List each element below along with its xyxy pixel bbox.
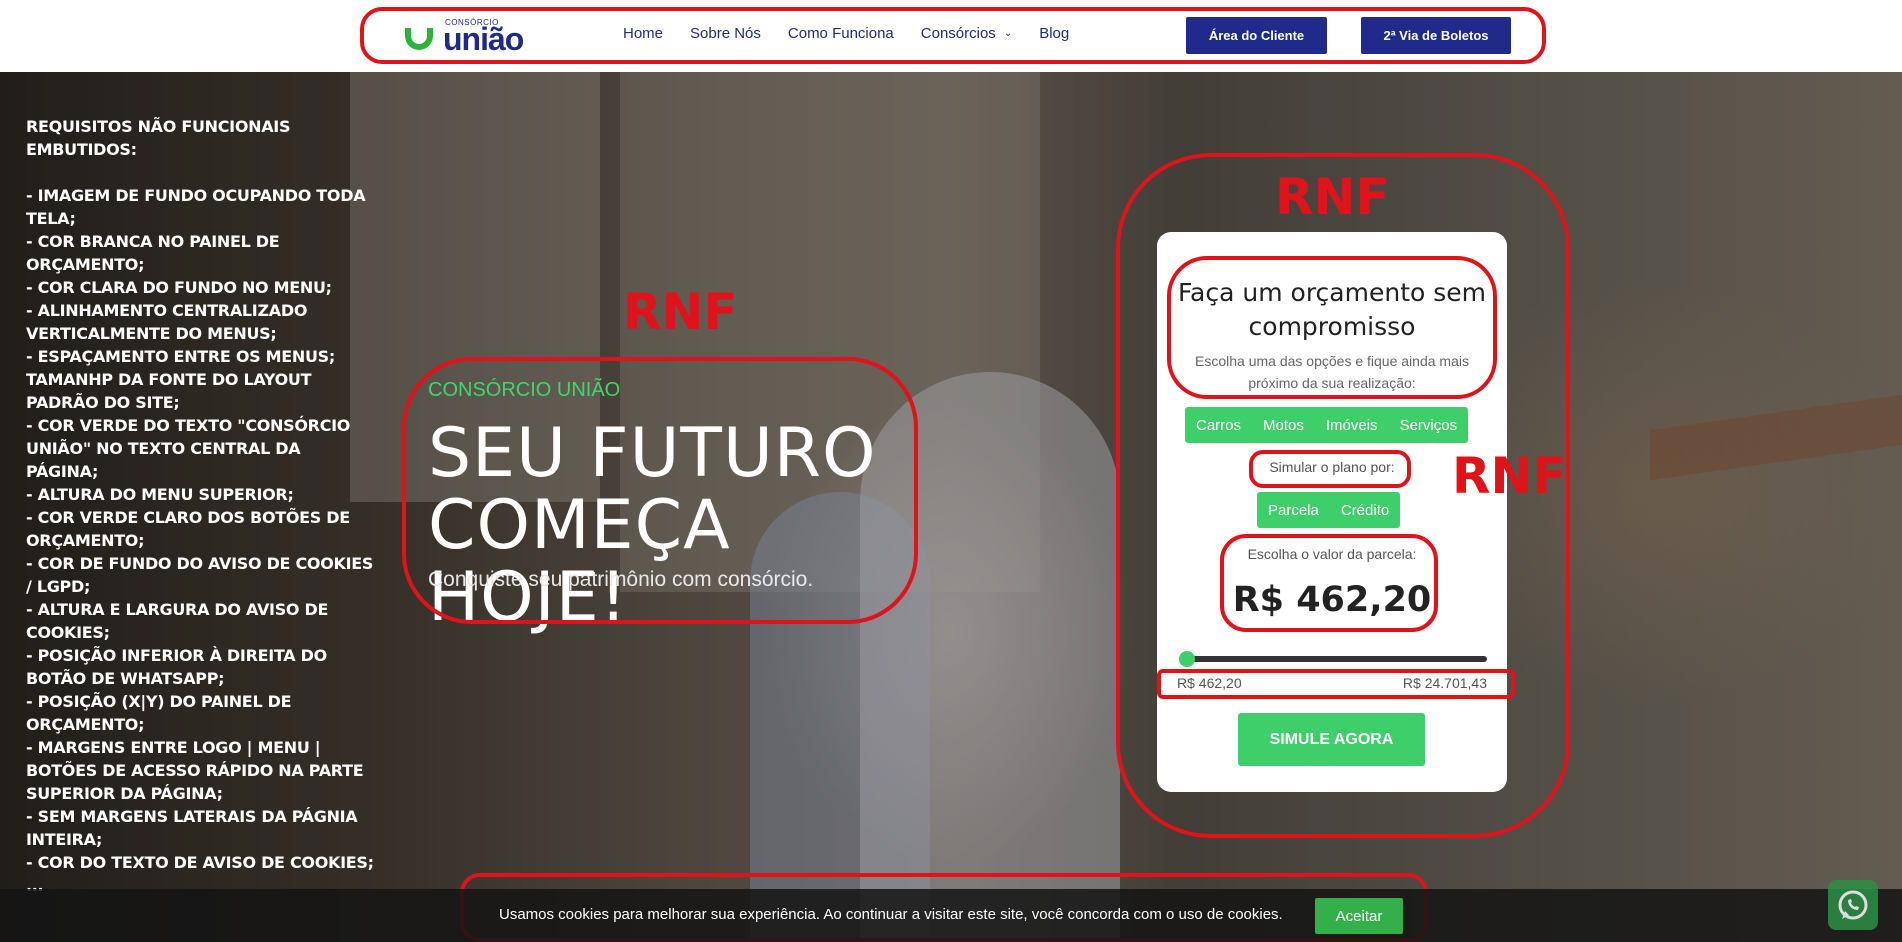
annotation-ring-range bbox=[1157, 669, 1515, 699]
requirement-item: - COR VERDE DO TEXTO "CONSÓRCIO UNIÃO" N… bbox=[26, 416, 351, 481]
annotation-ring-amount bbox=[1220, 534, 1438, 632]
requirement-item: - COR CLARA DO FUNDO NO MENU; bbox=[26, 278, 332, 297]
annotation-ring-hero bbox=[402, 357, 918, 624]
requirement-item: - MARGENS ENTRE LOGO | MENU | BOTÕES DE … bbox=[26, 738, 364, 803]
requirement-item: - COR BRANCA NO PAINEL DE ORÇAMENTO; bbox=[26, 232, 280, 274]
requirement-item: - POSIÇÃO INFERIOR À DIREITA DO BOTÃO DE… bbox=[26, 646, 327, 688]
requirement-item: - COR DE FUNDO DO AVISO DE COOKIES / LGP… bbox=[26, 554, 374, 596]
whatsapp-icon bbox=[1838, 890, 1868, 920]
requirement-item: - ESPAÇAMENTO ENTRE OS MENUS; TAMANHP DA… bbox=[26, 347, 335, 412]
requirement-item: - COR VERDE CLARO DOS BOTÕES DE ORÇAMENT… bbox=[26, 508, 350, 550]
requirements-list: REQUISITOS NÃO FUNCIONAIS EMBUTIDOS: - I… bbox=[26, 115, 376, 897]
accept-cookies-button[interactable]: Aceitar bbox=[1315, 898, 1403, 934]
requirements-title: REQUISITOS NÃO FUNCIONAIS EMBUTIDOS: bbox=[26, 117, 291, 159]
annotation-ring-panel-title bbox=[1167, 256, 1497, 399]
requirement-item: - ALTURA DO MENU SUPERIOR; bbox=[26, 485, 294, 504]
rnf-label-panel-side: RNF bbox=[1452, 447, 1567, 505]
whatsapp-button[interactable] bbox=[1828, 880, 1878, 930]
requirement-item: - IMAGEM DE FUNDO OCUPANDO TODA TELA; bbox=[26, 186, 366, 228]
annotation-ring-menu bbox=[360, 7, 1546, 64]
requirement-item: - ALTURA E LARGURA DO AVISO DE COOKIES; bbox=[26, 600, 329, 642]
requirement-item: - ALINHAMENTO CENTRALIZADO VERTICALMENTE… bbox=[26, 301, 308, 343]
requirement-item: - POSIÇÃO (X|Y) DO PAINEL DE ORÇAMENTO; bbox=[26, 692, 292, 734]
rnf-label-panel: RNF bbox=[1275, 168, 1390, 226]
annotation-ring-plan-label bbox=[1249, 450, 1411, 488]
cookie-text: Usamos cookies para melhorar sua experiê… bbox=[499, 906, 1283, 923]
cookie-notice: Usamos cookies para melhorar sua experiê… bbox=[0, 889, 1902, 942]
rnf-label-hero: RNF bbox=[623, 283, 738, 341]
requirement-item: - SEM MARGENS LATERAIS DA PÁGNIA INTEIRA… bbox=[26, 807, 358, 849]
